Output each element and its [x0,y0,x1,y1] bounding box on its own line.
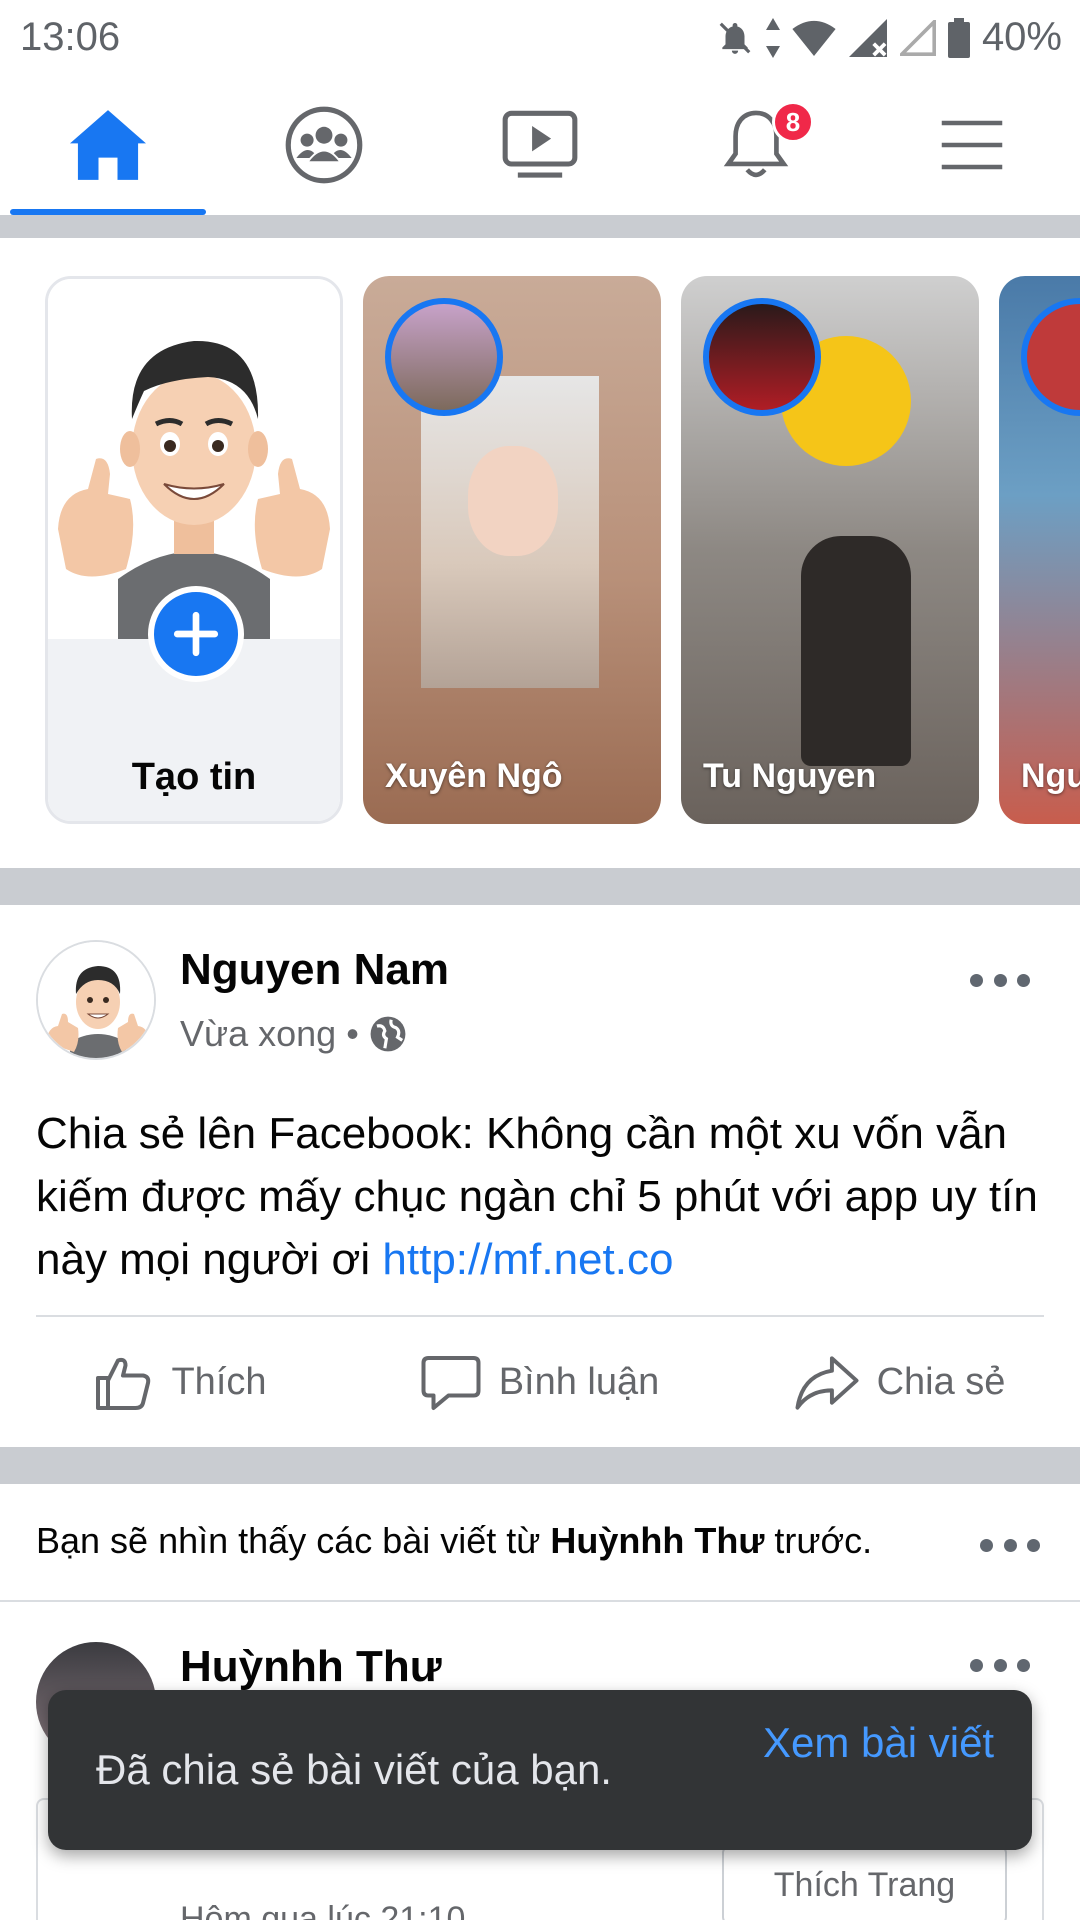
post-header: Nguyen Nam Vừa xong • [0,905,1080,1075]
stories-separator [0,868,1080,905]
post-time[interactable]: Vừa xong [180,1013,336,1055]
story-avatar [385,298,503,416]
create-story-label: Tạo tin [131,756,257,798]
share-snackbar: Đã chia sẻ bài viết của bạn. Xem bài viế… [48,1690,1032,1850]
battery-percent: 40% [981,15,1062,59]
status-icons: 40% [716,15,1062,60]
share-button[interactable]: Chia sẻ [720,1320,1080,1445]
post2-author[interactable]: Huỳnhh Thư [180,1642,442,1692]
comment-button[interactable]: Bình luận [360,1320,720,1445]
nav-separator [0,215,1080,238]
notice-suffix: trước. [764,1520,873,1561]
comment-icon [421,1355,481,1410]
post-more-button[interactable] [970,965,1030,995]
tab-home[interactable] [0,75,216,215]
stories-tray: Tạo tin Xuyên Ngô Tu Nguyen Ngu [0,238,1080,868]
post-author[interactable]: Nguyen Nam [180,945,449,995]
post-body: Chia sẻ lên Facebook: Không cần một xu v… [36,1102,1046,1291]
like-icon [96,1357,151,1410]
tab-menu[interactable] [864,75,1080,215]
home-icon [70,110,146,180]
like-page-button[interactable]: Thích Trang [722,1845,1007,1920]
story-avatar [703,298,821,416]
post-separator [0,1447,1080,1484]
video-icon [502,110,578,178]
create-story-card[interactable]: Tạo tin [45,276,343,824]
tab-groups[interactable] [216,75,432,215]
story-card[interactable]: Tu Nguyen [681,276,979,824]
avatar-illustration [38,942,154,1058]
like-page-label: Thích Trang [773,1865,956,1904]
groups-icon [285,106,363,184]
view-post-button[interactable]: Xem bài viết [763,1710,1003,1776]
post-meta: Vừa xong • [180,1013,407,1055]
globe-icon [370,1016,406,1052]
story-card[interactable]: Xuyên Ngô [363,276,661,824]
notice-name: Huỳnhh Thư [550,1520,765,1561]
add-story-button[interactable] [148,586,244,682]
story-face [468,446,558,556]
status-bar: 13:06 40% [0,0,1080,75]
like-button[interactable]: Thích [0,1320,360,1445]
avatar[interactable] [36,940,156,1060]
like-label: Thích [171,1361,267,1403]
post-divider [36,1315,1044,1317]
plus-icon [173,611,219,657]
create-story-avatar-area [48,279,340,639]
notification-badge: 8 [772,101,814,143]
story-people [801,536,911,766]
meta-dot: • [346,1013,359,1054]
top-nav: 8 [0,75,1080,215]
story-name: Tu Nguyen [703,757,877,795]
share-icon [795,1355,859,1410]
wifi-icon [792,20,836,56]
snackbar-message: Đã chia sẻ bài viết của bạn. [96,1746,612,1793]
story-avatar [1021,298,1080,416]
notice-text: Bạn sẽ nhìn thấy các bài viết từ [36,1520,551,1561]
story-card[interactable]: Ngu [999,276,1080,824]
post2-more-button[interactable] [970,1650,1030,1680]
signal-icon [848,18,887,57]
notice-divider [0,1600,1080,1602]
story-name: Xuyên Ngô [385,757,563,795]
signal-empty-icon [899,19,936,56]
data-arrows-icon [765,17,780,58]
menu-icon [941,120,1003,170]
tab-watch[interactable] [432,75,648,215]
status-time: 13:06 [20,15,121,59]
story-name: Ngu [1021,757,1080,795]
post2-time: Hôm qua lúc 21:10 [180,1900,466,1920]
tab-notifications[interactable]: 8 [648,75,864,215]
mute-icon [719,22,751,54]
see-first-notice: Bạn sẽ nhìn thấy các bài viết từ Huỳnhh … [36,1520,872,1562]
post-actions: Thích Bình luận Chia sẻ [0,1320,1080,1445]
notice-more-button[interactable] [980,1530,1040,1560]
battery-icon [947,17,970,58]
comment-label: Bình luận [498,1361,660,1403]
post-link[interactable]: http://mf.net.co [382,1235,673,1284]
avatar-illustration [58,340,330,639]
share-label: Chia sẻ [876,1361,1006,1403]
